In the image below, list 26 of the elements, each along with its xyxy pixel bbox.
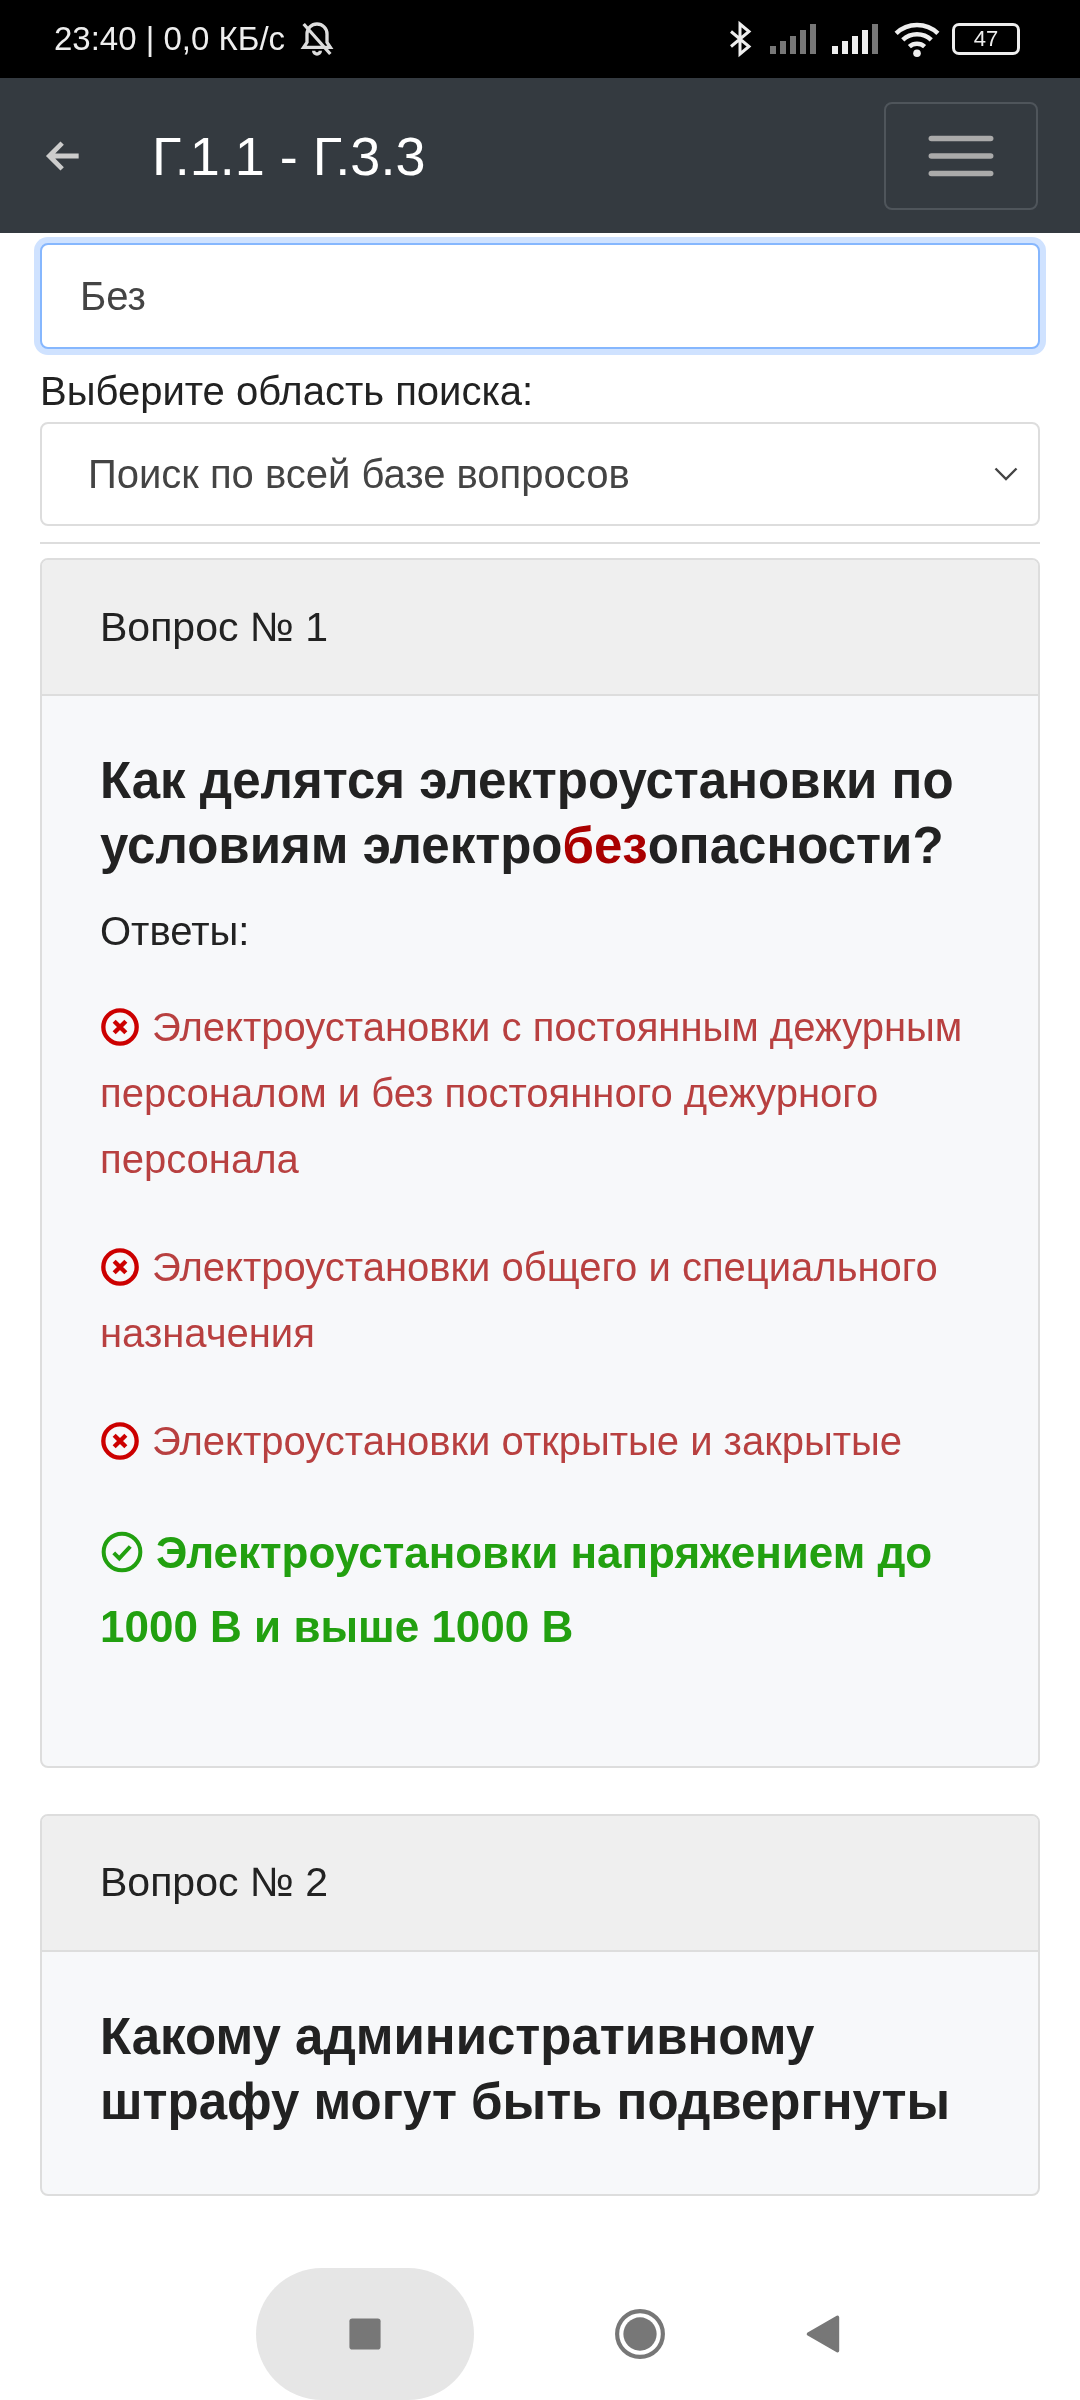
battery-icon: 47: [952, 23, 1020, 55]
page-title: Г.1.1 - Г.3.3: [152, 124, 427, 187]
wifi-icon: [894, 20, 940, 58]
status-time: 23:40 | 0,0 КБ/с: [54, 20, 286, 58]
question-text: Как делятся электроустановки по условиям электробезопасности?: [100, 751, 955, 877]
menu-icon: [928, 133, 994, 178]
check-circle-icon: [100, 1529, 144, 1574]
answer-text: Электроустановки общего и специального назначения: [100, 1243, 939, 1357]
x-circle-icon: [100, 1420, 140, 1461]
answers-label: Ответы:: [100, 908, 251, 954]
scope-select[interactable]: Поиск по всей базе вопросов: [40, 422, 1040, 526]
x-circle-icon: [100, 1246, 140, 1287]
scope-label: Выберите область поиска:: [40, 369, 534, 414]
answer-text: Электроустановки напряжением до 1000 В и выше 1000 В: [100, 1526, 934, 1653]
menu-button[interactable]: [884, 101, 1038, 210]
question-number: Вопрос № 1: [42, 560, 1038, 696]
chevron-down-icon: [994, 466, 1018, 482]
back-button[interactable]: [806, 2315, 840, 2353]
x-circle-icon: [100, 1006, 140, 1047]
search-field[interactable]: Без: [40, 243, 1040, 349]
square-icon: [348, 2317, 382, 2351]
question-text: Какому административному штрафу могут быть подвергнуты: [100, 2006, 952, 2132]
answer-text: Электроустановки открытые и закрытые: [100, 1407, 980, 1474]
question-number: Вопрос № 2: [42, 1815, 1038, 1952]
answer-text: Электроустановки с постоянным дежурным персоналом и без постоянного дежурного персонала: [100, 1003, 964, 1183]
home-button[interactable]: [614, 2308, 666, 2360]
